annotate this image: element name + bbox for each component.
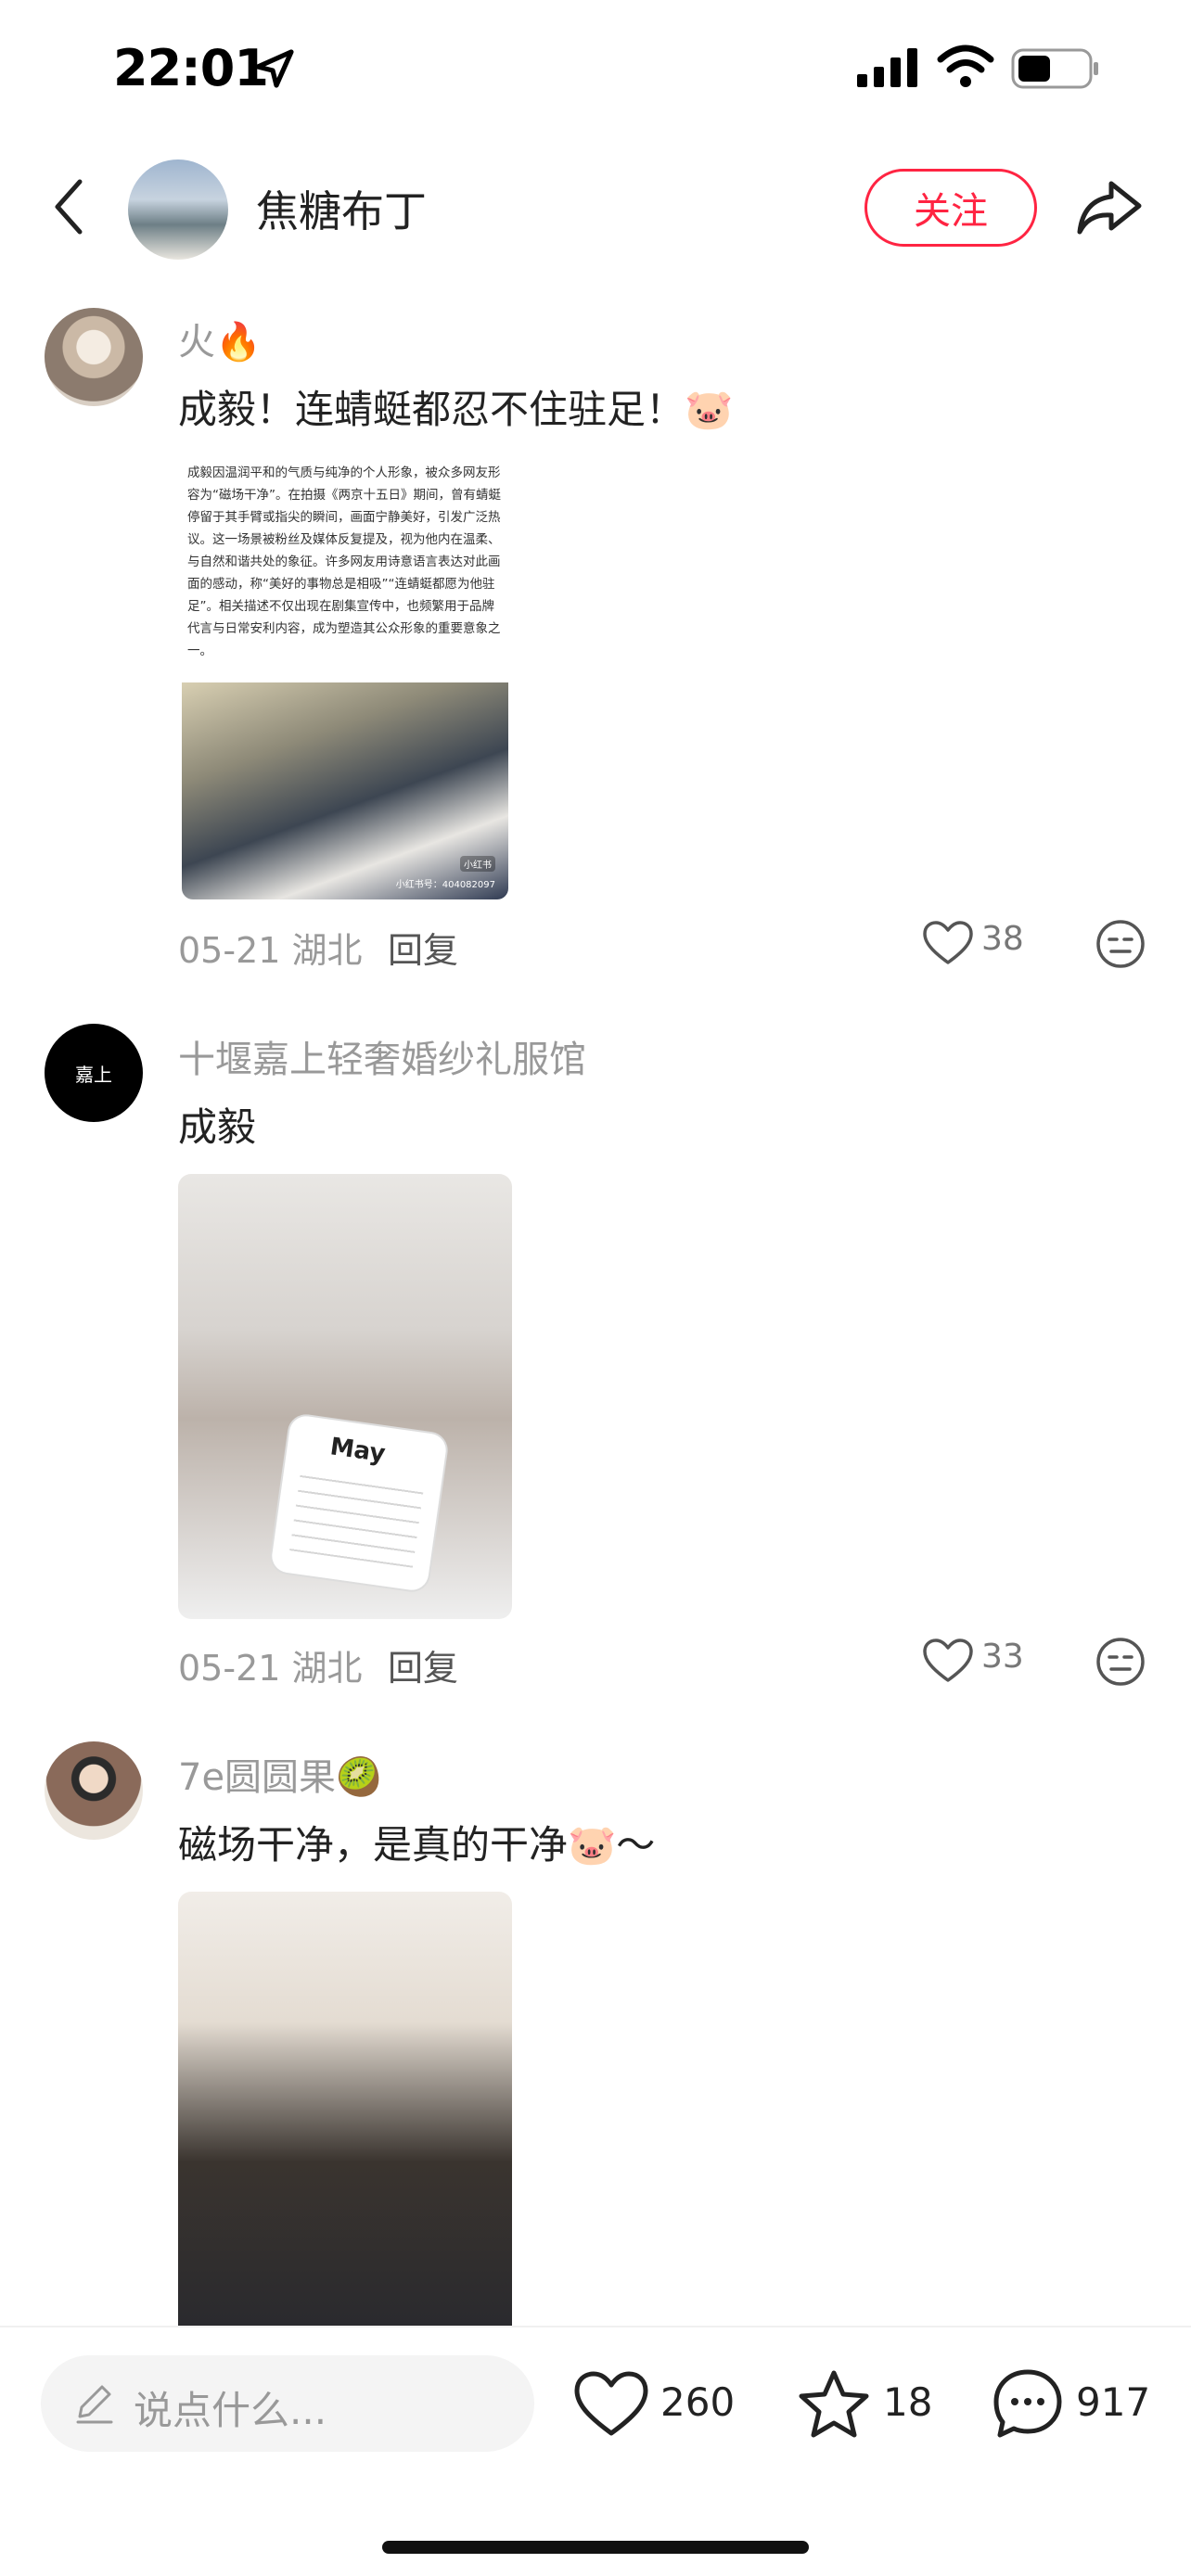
comment-text[interactable]: 成毅！连蜻蜓都忍不住驻足！🐷 xyxy=(178,378,733,435)
share-icon[interactable] xyxy=(1074,172,1145,243)
post-like-count: 260 xyxy=(660,2379,736,2425)
comment-image[interactable]: 成毅因温润平和的气质与纯净的个人形象，被众多网友形容为“磁场干净”。在拍摄《两京… xyxy=(182,453,508,899)
location-arrow-icon xyxy=(255,49,294,88)
bottom-divider xyxy=(0,2326,1191,2327)
author-avatar[interactable] xyxy=(128,159,228,260)
comment-image[interactable] xyxy=(178,1892,512,2327)
wifi-icon xyxy=(937,45,994,87)
reply-button[interactable]: 回复 xyxy=(388,1639,458,1690)
image-watermark: 小红书号：404082097 xyxy=(395,880,495,890)
pencil-icon xyxy=(76,2385,113,2424)
image-tag: 小红书 xyxy=(460,856,495,872)
reply-button[interactable]: 回复 xyxy=(388,922,458,973)
like-count: 33 xyxy=(981,1638,1024,1676)
like-count: 38 xyxy=(981,920,1024,958)
cellular-signal-icon xyxy=(857,48,917,87)
like-heart-icon[interactable] xyxy=(922,920,974,966)
commenter-name[interactable]: 十堰嘉上轻奢婚纱礼服馆 xyxy=(178,1029,586,1083)
comment-date-location: 05-21 湖北 xyxy=(178,930,363,971)
battery-icon xyxy=(1011,48,1098,89)
commenter-avatar[interactable] xyxy=(45,1741,143,1840)
home-indicator[interactable] xyxy=(382,2541,809,2554)
post-collect-count: 18 xyxy=(883,2379,933,2425)
author-name[interactable]: 焦糖布丁 xyxy=(256,178,427,239)
comment-text[interactable]: 成毅 xyxy=(178,1096,256,1153)
comment-date-location: 05-21 湖北 xyxy=(178,1648,363,1689)
dislike-face-icon[interactable] xyxy=(1095,918,1146,970)
commenter-avatar[interactable]: 嘉上 xyxy=(45,1024,143,1122)
calendar-card: May xyxy=(269,1413,449,1593)
status-time: 22:01 xyxy=(113,39,269,97)
comment-text[interactable]: 磁场干净，是真的干净🐷～ xyxy=(178,1814,655,1870)
comment-photo: 小红书 小红书号：404082097 xyxy=(182,682,508,899)
back-chevron-icon[interactable] xyxy=(46,174,93,239)
comment-image[interactable]: May xyxy=(178,1174,512,1619)
commenter-name[interactable]: 7e圆圆果🥝 xyxy=(178,1747,382,1801)
calendar-grid xyxy=(289,1467,425,1568)
dislike-face-icon[interactable] xyxy=(1095,1636,1146,1688)
like-heart-icon[interactable] xyxy=(573,2370,649,2439)
post-comment-count: 917 xyxy=(1076,2379,1151,2425)
comment-input-placeholder[interactable]: 说点什么... xyxy=(134,2379,327,2436)
avatar-logo-text: 嘉上 xyxy=(75,1063,112,1086)
commenter-name[interactable]: 火🔥 xyxy=(178,312,262,365)
like-heart-icon[interactable] xyxy=(922,1638,974,1684)
calendar-month: May xyxy=(328,1433,388,1469)
image-caption-text: 成毅因温润平和的气质与纯净的个人形象，被众多网友形容为“磁场干净”。在拍摄《两京… xyxy=(187,465,501,658)
comment-bubble-icon[interactable] xyxy=(991,2366,1065,2441)
commenter-avatar[interactable] xyxy=(45,308,143,406)
follow-button[interactable]: 关注 xyxy=(864,169,1037,247)
star-collect-icon[interactable] xyxy=(796,2368,872,2441)
